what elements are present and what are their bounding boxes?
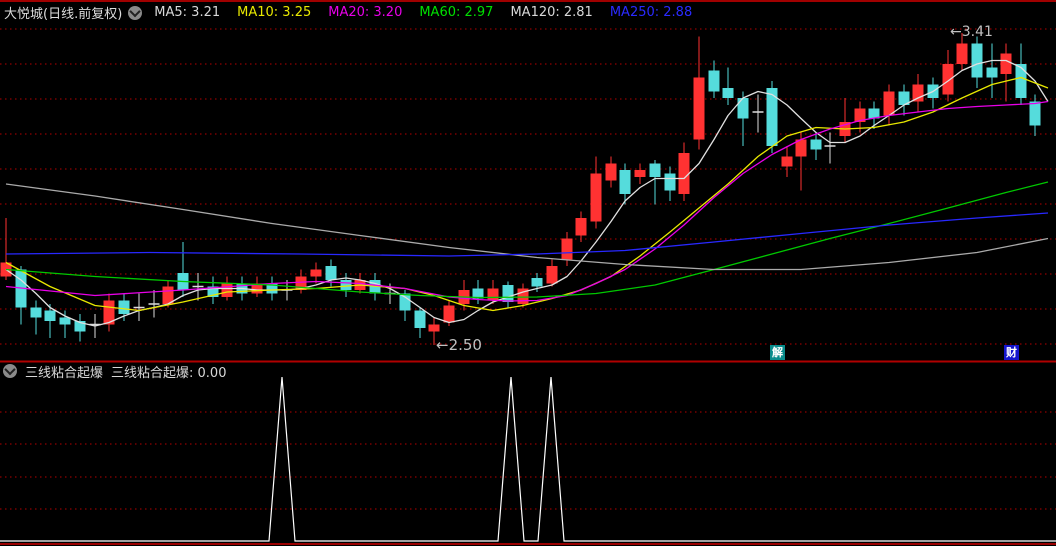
indicator-name: 三线粘合起爆 xyxy=(25,365,104,381)
tdx-chart-window: 大悦城(日线.前复权) MA5: 3.21 MA10: 3.25 MA20: 3.2… xyxy=(0,0,1056,546)
candle-body[interactable] xyxy=(590,173,602,222)
event-flag-marker-2[interactable]: 财 xyxy=(1004,345,1019,360)
candle-doji[interactable] xyxy=(824,145,836,147)
candle-body[interactable] xyxy=(221,283,233,298)
candle-body[interactable] xyxy=(44,310,56,322)
candle-body[interactable] xyxy=(971,43,983,78)
candle-body[interactable] xyxy=(649,163,661,178)
candle-body[interactable] xyxy=(561,238,573,260)
candle-body[interactable] xyxy=(708,70,720,92)
candle-body[interactable] xyxy=(118,300,130,315)
candle-doji[interactable] xyxy=(192,285,204,288)
event-flag-marker-1[interactable]: 解 xyxy=(770,345,785,360)
candle-body[interactable] xyxy=(30,307,42,318)
candle-body[interactable] xyxy=(575,218,587,236)
candle-body[interactable] xyxy=(399,293,411,311)
candle-wick xyxy=(829,132,831,164)
chart-canvas[interactable]: ←2.50 ←3.41 xyxy=(0,0,1056,546)
candle-body[interactable] xyxy=(531,278,543,287)
candle-body[interactable] xyxy=(340,280,352,290)
candle-body[interactable] xyxy=(428,324,440,332)
candle-body[interactable] xyxy=(722,88,734,98)
ma-line-MA20 xyxy=(5,100,1049,302)
candle-body[interactable] xyxy=(737,98,749,119)
candle-doji[interactable] xyxy=(133,306,145,309)
candle-body[interactable] xyxy=(883,91,895,116)
window-bottom-border xyxy=(0,543,1056,545)
candle-body[interactable] xyxy=(810,139,822,150)
candle-body[interactable] xyxy=(678,153,690,194)
candle-body[interactable] xyxy=(414,310,426,329)
candle-body[interactable] xyxy=(619,170,631,194)
candle-body[interactable] xyxy=(1015,64,1027,98)
indicator-value-label: 三线粘合起爆: 0.00 xyxy=(111,365,227,381)
candle-body[interactable] xyxy=(605,163,617,181)
indicator-panel-header: 三线粘合起爆 三线粘合起爆: 0.00 xyxy=(0,363,227,381)
candle-doji[interactable] xyxy=(148,303,160,305)
candle-body[interactable] xyxy=(546,266,558,284)
candle-body[interactable] xyxy=(693,77,705,140)
candle-body[interactable] xyxy=(443,305,455,323)
candle-body[interactable] xyxy=(634,170,646,177)
ma-line-MA60 xyxy=(5,181,1049,299)
candle-body[interactable] xyxy=(781,156,793,167)
candle-body[interactable] xyxy=(1000,53,1012,75)
candle-body[interactable] xyxy=(502,285,514,302)
candle-body[interactable] xyxy=(986,67,998,78)
ma-line-MA120 xyxy=(5,183,1049,271)
candle-body[interactable] xyxy=(325,266,337,280)
chevron-down-icon[interactable] xyxy=(3,364,17,378)
candle-body[interactable] xyxy=(59,317,71,325)
candle-wick xyxy=(757,94,759,133)
candle-body[interactable] xyxy=(1029,101,1041,126)
indicator-signal-line xyxy=(0,376,1056,542)
candle-wick xyxy=(727,67,729,105)
ma-line-MA250 xyxy=(5,212,1049,257)
candle-doji[interactable] xyxy=(752,111,764,113)
candle-body[interactable] xyxy=(956,43,968,65)
candle-body[interactable] xyxy=(942,64,954,95)
candle-body[interactable] xyxy=(664,173,676,191)
candle-body[interactable] xyxy=(912,84,924,102)
candle-body[interactable] xyxy=(487,288,499,301)
price-low-annotation: ←2.50 xyxy=(436,336,482,354)
candle-body[interactable] xyxy=(310,269,322,277)
price-high-annotation: ←3.41 xyxy=(950,24,993,40)
